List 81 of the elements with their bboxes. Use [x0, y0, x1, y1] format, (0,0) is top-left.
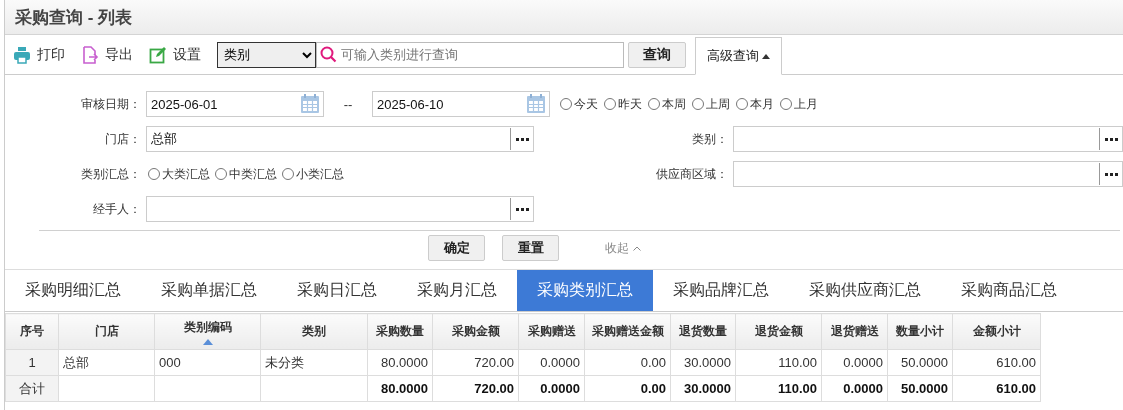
calendar-icon[interactable] — [300, 94, 320, 114]
radio-option[interactable]: 中类汇总 — [215, 165, 277, 183]
table-cell: 110.00 — [735, 349, 822, 376]
table-cell: 110.00 — [735, 375, 822, 402]
field-label: 类别汇总： — [80, 165, 141, 183]
settings-button[interactable]: 设置 — [149, 45, 201, 64]
field-label: 经手人： — [92, 200, 141, 218]
edit-icon — [149, 45, 167, 64]
more-icon — [515, 207, 529, 211]
radio-option[interactable]: 本周 — [648, 95, 686, 113]
table-cell: 720.00 — [432, 375, 519, 402]
column-header[interactable]: 退货金额 — [735, 313, 822, 350]
lookup-field[interactable]: 总部 — [146, 126, 534, 152]
column-header[interactable]: 类别 — [260, 313, 368, 350]
column-header[interactable]: 门店 — [58, 313, 155, 350]
more-icon — [1104, 137, 1118, 141]
field-label: 供应商区域： — [655, 165, 728, 183]
column-header[interactable]: 采购金额 — [432, 313, 519, 350]
query-button[interactable]: 查询 — [628, 41, 686, 68]
lookup-field[interactable] — [146, 196, 534, 222]
column-header[interactable]: 采购数量 — [367, 313, 433, 350]
field-label: 审核日期： — [80, 95, 141, 113]
search-field[interactable]: 可输入类别进行查询 — [316, 41, 624, 68]
window-title: 采购查询 - 列表 — [15, 6, 133, 29]
column-header[interactable]: 金额小计 — [952, 313, 1041, 350]
advanced-search-tab[interactable]: 高级查询 — [695, 37, 782, 75]
table-cell: 0.0000 — [518, 375, 585, 402]
table-cell: 0.0000 — [821, 349, 888, 376]
table-cell: 总部 — [58, 349, 155, 376]
print-button[interactable]: 打印 — [13, 45, 65, 64]
table-cell: 30.0000 — [670, 349, 736, 376]
table-cell: 610.00 — [952, 349, 1041, 376]
table-cell: 30.0000 — [670, 375, 736, 402]
radio-option[interactable]: 大类汇总 — [148, 165, 210, 183]
table-cell: 0.0000 — [821, 375, 888, 402]
table-cell: 720.00 — [432, 349, 519, 376]
field-select[interactable]: 类别 — [217, 41, 316, 68]
radio-option[interactable]: 小类汇总 — [282, 165, 344, 183]
radio-option[interactable]: 上月 — [780, 95, 818, 113]
table-cell: 80.0000 — [367, 375, 433, 402]
table-cell: 0.00 — [584, 375, 671, 402]
calendar-icon[interactable] — [526, 94, 546, 114]
date-field[interactable]: 2025-06-01 — [146, 91, 324, 117]
table-cell: 610.00 — [952, 375, 1041, 402]
caret-up-icon — [762, 53, 770, 59]
table-cell: 未分类 — [260, 349, 368, 376]
column-header[interactable]: 序号 — [5, 313, 59, 350]
file-arrow-icon — [81, 45, 99, 64]
table-cell: 0.0000 — [518, 349, 585, 376]
printer-icon — [13, 45, 31, 64]
report-tab[interactable]: 采购类别汇总 — [517, 270, 653, 311]
column-header[interactable]: 退货赠送 — [821, 313, 888, 350]
table-cell: 50.0000 — [887, 349, 953, 376]
field-label: 门店： — [104, 130, 141, 148]
column-header[interactable]: 退货数量 — [670, 313, 736, 350]
lookup-field[interactable] — [733, 126, 1123, 152]
column-header[interactable]: 采购赠送金额 — [584, 313, 671, 350]
field-label: 类别： — [691, 130, 728, 148]
range-separator: -- — [342, 96, 354, 112]
collapse-link[interactable]: 收起 — [605, 239, 641, 257]
table-cell: 50.0000 — [887, 375, 953, 402]
export-button[interactable]: 导出 — [81, 45, 133, 64]
table-cell: 80.0000 — [367, 349, 433, 376]
lookup-field[interactable] — [733, 161, 1123, 187]
chevron-up-icon — [633, 245, 641, 251]
confirm-button[interactable]: 确定 — [428, 235, 485, 261]
column-header[interactable]: 数量小计 — [887, 313, 953, 350]
date-field[interactable]: 2025-06-10 — [372, 91, 550, 117]
more-icon — [1104, 172, 1118, 176]
table-cell: 1 — [5, 349, 59, 376]
more-icon — [515, 137, 529, 141]
radio-option[interactable]: 昨天 — [604, 95, 642, 113]
search-icon — [320, 45, 337, 63]
radio-option[interactable]: 上周 — [692, 95, 730, 113]
total-label: 合计 — [5, 375, 59, 402]
column-header[interactable]: 采购赠送 — [518, 313, 585, 350]
table-cell: 0.00 — [584, 349, 671, 376]
radio-option[interactable]: 本月 — [736, 95, 774, 113]
radio-option[interactable]: 今天 — [560, 95, 598, 113]
reset-button[interactable]: 重置 — [502, 235, 559, 261]
table-cell: 000 — [154, 349, 261, 376]
